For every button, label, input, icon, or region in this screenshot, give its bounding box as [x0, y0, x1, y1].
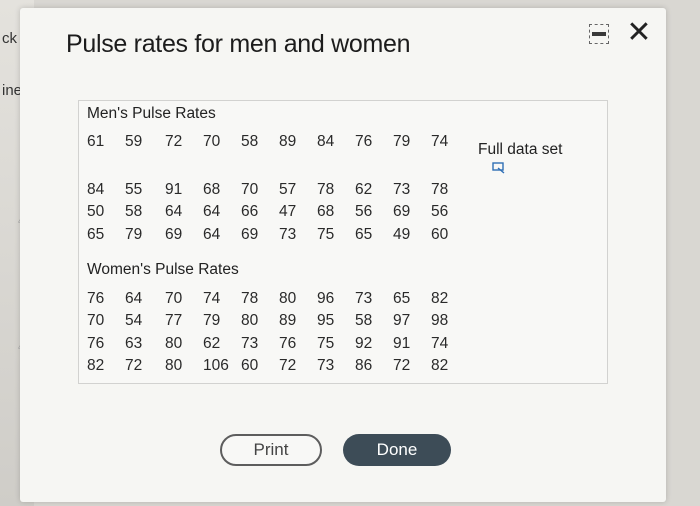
table-cell: 84: [317, 133, 335, 150]
table-cell: 70: [87, 312, 105, 329]
minimize-bar: [592, 32, 606, 36]
table-cell: 69: [241, 226, 259, 243]
table-cell: 74: [431, 133, 449, 150]
women-section-title: Women's Pulse Rates: [87, 261, 239, 278]
table-cell: 76: [279, 335, 297, 352]
table-cell: 75: [317, 335, 335, 352]
done-button[interactable]: Done: [343, 434, 451, 466]
table-cell: 73: [317, 357, 335, 374]
table-cell: 74: [203, 290, 221, 307]
table-cell: 80: [241, 312, 259, 329]
table-cell: 80: [279, 290, 297, 307]
table-cell: 77: [165, 312, 183, 329]
table-cell: 70: [241, 181, 259, 198]
table-cell: 68: [203, 181, 221, 198]
table-cell: 61: [87, 133, 105, 150]
table-cell: 78: [241, 290, 259, 307]
table-cell: 55: [125, 181, 143, 198]
table-cell: 65: [393, 290, 411, 307]
background-text-fragment: ck: [2, 30, 17, 47]
table-cell: 72: [393, 357, 411, 374]
table-cell: 95: [317, 312, 335, 329]
table-cell: 66: [241, 203, 259, 220]
table-cell: 64: [203, 226, 221, 243]
table-cell: 58: [355, 312, 373, 329]
table-cell: 89: [279, 133, 297, 150]
table-cell: 70: [203, 133, 221, 150]
table-cell: 62: [203, 335, 221, 352]
table-cell: 75: [317, 226, 335, 243]
table-cell: 106: [203, 357, 229, 374]
table-cell: 56: [431, 203, 449, 220]
table-cell: 47: [279, 203, 297, 220]
table-cell: 80: [165, 357, 183, 374]
table-cell: 79: [125, 226, 143, 243]
table-cell: 73: [355, 290, 373, 307]
table-cell: 96: [317, 290, 335, 307]
table-cell: 91: [393, 335, 411, 352]
table-cell: 56: [355, 203, 373, 220]
minimize-button[interactable]: [589, 24, 611, 46]
table-cell: 82: [431, 357, 449, 374]
table-cell: 68: [317, 203, 335, 220]
table-cell: 78: [317, 181, 335, 198]
table-cell: 69: [393, 203, 411, 220]
close-icon: ✕: [626, 16, 652, 49]
expand-icon[interactable]: [492, 162, 506, 174]
table-cell: 76: [87, 290, 105, 307]
table-cell: 54: [125, 312, 143, 329]
table-cell: 49: [393, 226, 411, 243]
table-cell: 73: [279, 226, 297, 243]
table-cell: 64: [203, 203, 221, 220]
table-cell: 92: [355, 335, 373, 352]
table-cell: 63: [125, 335, 143, 352]
table-cell: 57: [279, 181, 297, 198]
table-cell: 60: [431, 226, 449, 243]
full-data-set-link[interactable]: Full data set: [478, 141, 562, 159]
pulse-rates-dialog: Pulse rates for men and women ✕ Men's Pu…: [20, 8, 666, 502]
table-cell: 72: [125, 357, 143, 374]
print-button[interactable]: Print: [220, 434, 322, 466]
table-cell: 73: [393, 181, 411, 198]
table-cell: 86: [355, 357, 373, 374]
table-cell: 78: [431, 181, 449, 198]
table-cell: 50: [87, 203, 105, 220]
table-cell: 60: [241, 357, 259, 374]
table-cell: 72: [279, 357, 297, 374]
table-cell: 74: [431, 335, 449, 352]
table-cell: 79: [203, 312, 221, 329]
table-cell: 76: [87, 335, 105, 352]
table-cell: 62: [355, 181, 373, 198]
table-cell: 73: [241, 335, 259, 352]
table-cell: 69: [165, 226, 183, 243]
table-cell: 98: [431, 312, 449, 329]
table-cell: 82: [87, 357, 105, 374]
table-cell: 59: [125, 133, 143, 150]
table-cell: 64: [125, 290, 143, 307]
table-cell: 97: [393, 312, 411, 329]
table-cell: 84: [87, 181, 105, 198]
table-cell: 65: [87, 226, 105, 243]
table-cell: 91: [165, 181, 183, 198]
men-section-title: Men's Pulse Rates: [87, 105, 216, 122]
table-cell: 72: [165, 133, 183, 150]
table-cell: 76: [355, 133, 373, 150]
table-cell: 65: [355, 226, 373, 243]
close-button[interactable]: ✕: [626, 18, 652, 48]
table-cell: 58: [125, 203, 143, 220]
table-cell: 80: [165, 335, 183, 352]
table-cell: 58: [241, 133, 259, 150]
table-cell: 70: [165, 290, 183, 307]
table-cell: 79: [393, 133, 411, 150]
table-cell: 89: [279, 312, 297, 329]
table-cell: 64: [165, 203, 183, 220]
table-cell: 82: [431, 290, 449, 307]
dialog-title: Pulse rates for men and women: [66, 30, 411, 58]
